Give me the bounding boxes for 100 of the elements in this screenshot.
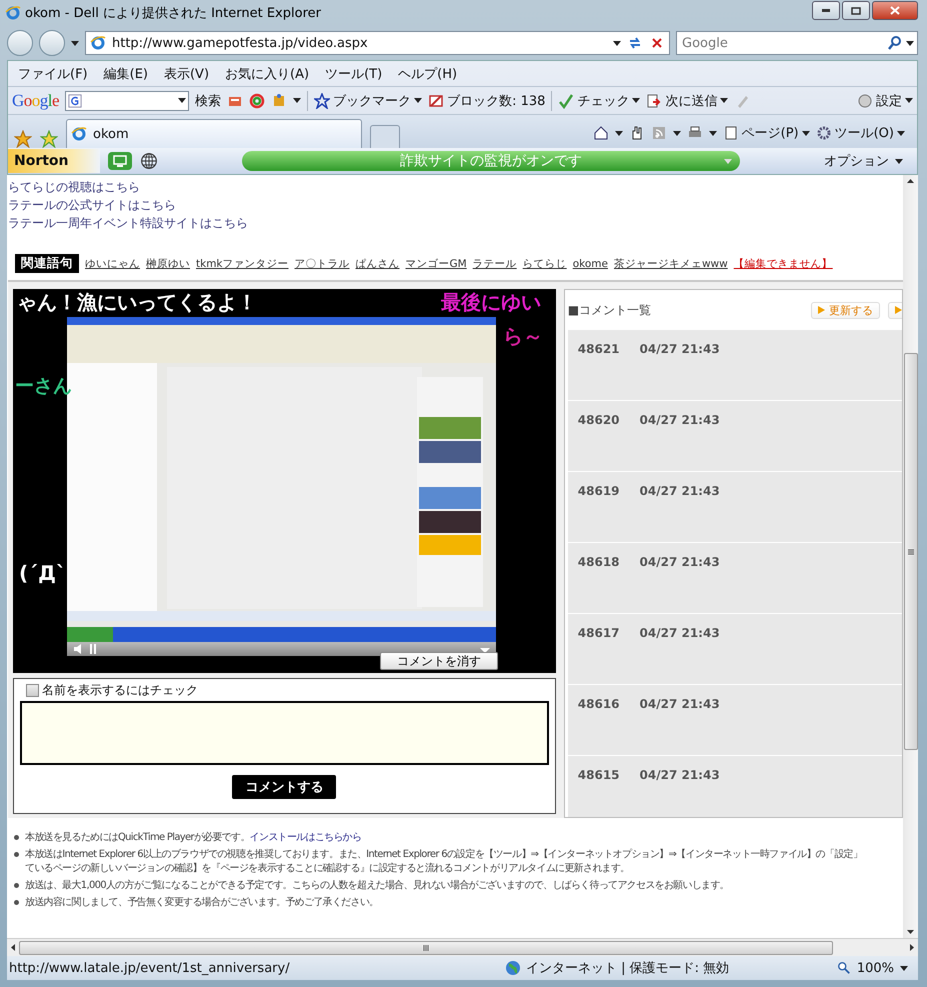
notice-text: 本放送はInternet Explorer 6以上のブラウザでの視聴を推奨しております。また、Internet Explorer 6の設定を【ツール】⇒【インターネットオプション】⇒【インターネット一時ファイル】の「設定」 [25,849,862,860]
spell-check-icon [558,92,574,108]
page-link[interactable]: らてらじの視聴はこちら [8,179,903,196]
options-menu[interactable]: オプション [824,152,903,170]
close-button[interactable] [872,1,918,20]
feed-icon[interactable] [650,125,667,141]
bullet-icon [14,883,19,888]
page-icon [722,125,739,141]
notice-text: 本放送を見るためにはQuickTime Playerが必要です。 [25,832,250,843]
zoom-control[interactable]: 100% [836,960,908,976]
horizontal-scrollbar[interactable] [7,938,918,956]
caret-icon [897,130,905,136]
globe-icon [505,960,521,976]
search-button[interactable]: 検索 [195,92,222,110]
related-term-link[interactable]: マンゴーGM [406,256,467,270]
google-g-icon [68,94,82,108]
related-term-link[interactable]: らてらじ [522,256,567,270]
popup-blocker-button[interactable]: ブロック数: 138 [428,92,546,110]
add-favorite-icon[interactable] [40,130,58,148]
install-link[interactable]: インストールはこちらから [250,832,362,843]
comment-time: 04/27 21:43 [640,768,720,784]
overlay-comment: ら～ [503,323,543,350]
overlay-comment: ゃん！漁にいってくるよ！ [17,289,257,316]
comment-time: 04/27 21:43 [640,555,720,571]
caret-icon [895,158,903,164]
google-search-field[interactable] [65,90,190,110]
page-link[interactable]: ラテールの公式サイトはこちら [8,197,903,214]
bookmark-button[interactable]: ブックマーク [314,92,422,110]
back-button[interactable] [7,30,33,56]
security-zone-text: インターネット | 保護モード: 無効 [526,960,730,977]
minimize-button[interactable] [812,1,840,20]
pause-icon[interactable] [89,643,97,655]
globe-icon[interactable] [140,152,158,170]
related-term-link[interactable]: okome [572,258,608,270]
related-term-link[interactable]: 榊原ゆい [146,256,190,270]
address-field[interactable]: http://www.gamepotfesta.jp/video.aspx [85,31,670,55]
scroll-up-icon[interactable] [907,179,914,183]
status-url: http://www.latale.jp/event/1st_anniversary/ [9,960,291,976]
show-name-checkbox[interactable] [26,684,39,697]
gear-icon [816,125,832,141]
star-icon [314,92,330,108]
page-link[interactable]: ラテール一周年イベント特設サイトはこちら [8,215,903,232]
block-icon [428,92,444,108]
search-field[interactable]: Google [676,31,918,55]
caret-icon [414,98,422,103]
search-icon[interactable] [887,35,903,51]
new-tab-button[interactable] [370,125,400,148]
forward-button[interactable] [39,30,65,56]
tools-menu-button[interactable]: ツール(O) [816,124,905,142]
notice-text: 放送は、最大1,000人の方がご覧になることができる予定です。こちらの人数を超えた場合、見れない場合がございますので、しばらく待ってアクセスをお願いします。 [25,880,730,891]
scroll-down-icon[interactable] [907,930,914,934]
settings-icon [857,92,873,108]
related-term-link[interactable]: 茶ジャージキメェwww [614,256,728,270]
comment-number: 48620 [578,413,620,429]
comment-number: 48616 [578,697,620,713]
comment-field[interactable] [20,701,549,765]
history-caret-icon [71,40,79,46]
related-term-link[interactable]: ゆいにゃん [85,256,140,270]
caret-icon [614,130,623,136]
play-icon [818,306,825,314]
related-term-link[interactable]: ラテール [472,256,517,270]
maximize-button[interactable] [842,1,870,20]
scroll-left-icon[interactable] [11,944,15,951]
comment-time: 04/27 21:43 [640,342,720,358]
browser-tab[interactable]: okom [66,119,362,148]
send-button[interactable]: 次に送信 [646,92,728,110]
menu-item[interactable]: お気に入り(A) [225,64,310,82]
menu-item[interactable]: 編集(E) [104,64,148,82]
monitor-icon[interactable] [108,152,132,170]
comment-number: 48618 [578,555,620,571]
scroll-right-icon[interactable] [910,944,914,951]
related-term-link[interactable]: ぱんさん [356,256,400,270]
caret-icon [632,98,640,103]
vertical-scrollbar[interactable] [903,175,918,938]
related-term-link[interactable]: ア〇トラル [294,256,350,270]
status-caret-icon [724,158,732,164]
related-terms-label: 関連語句 [15,254,79,273]
menu-item[interactable]: ヘルプ(H) [398,64,458,82]
hide-comments-button[interactable]: コメントを消す [380,652,498,670]
menu-item[interactable]: 表示(V) [164,64,210,82]
speaker-icon[interactable] [73,643,83,655]
grip-icon[interactable] [423,944,429,950]
related-term-link[interactable]: tkmkファンタジー [196,256,289,270]
home-icon[interactable] [592,125,609,141]
menu-item[interactable]: ファイル(F) [18,64,88,82]
page-menu-button[interactable]: ページ(P) [722,124,810,142]
edit-locked-link[interactable]: 【編集できません】 [734,256,833,270]
comment-time: 04/27 21:43 [640,413,720,429]
submit-comment-button[interactable]: コメントする [232,775,336,799]
refresh-icon[interactable] [627,35,643,51]
more-button[interactable] [888,302,902,318]
favorites-star-icon[interactable] [14,130,32,148]
google-logo[interactable]: Google [12,90,60,110]
notice-text: 放送内容に関しまして、予告無く変更する場合がございます。予めご了承ください。 [25,897,378,908]
settings-button[interactable]: 設定 [857,92,913,110]
grip-icon[interactable] [908,548,914,554]
bullet-icon [14,835,19,840]
spell-check-button[interactable]: チェック [558,92,640,110]
caret-icon [708,130,717,136]
menu-item[interactable]: ツール(T) [325,64,382,82]
